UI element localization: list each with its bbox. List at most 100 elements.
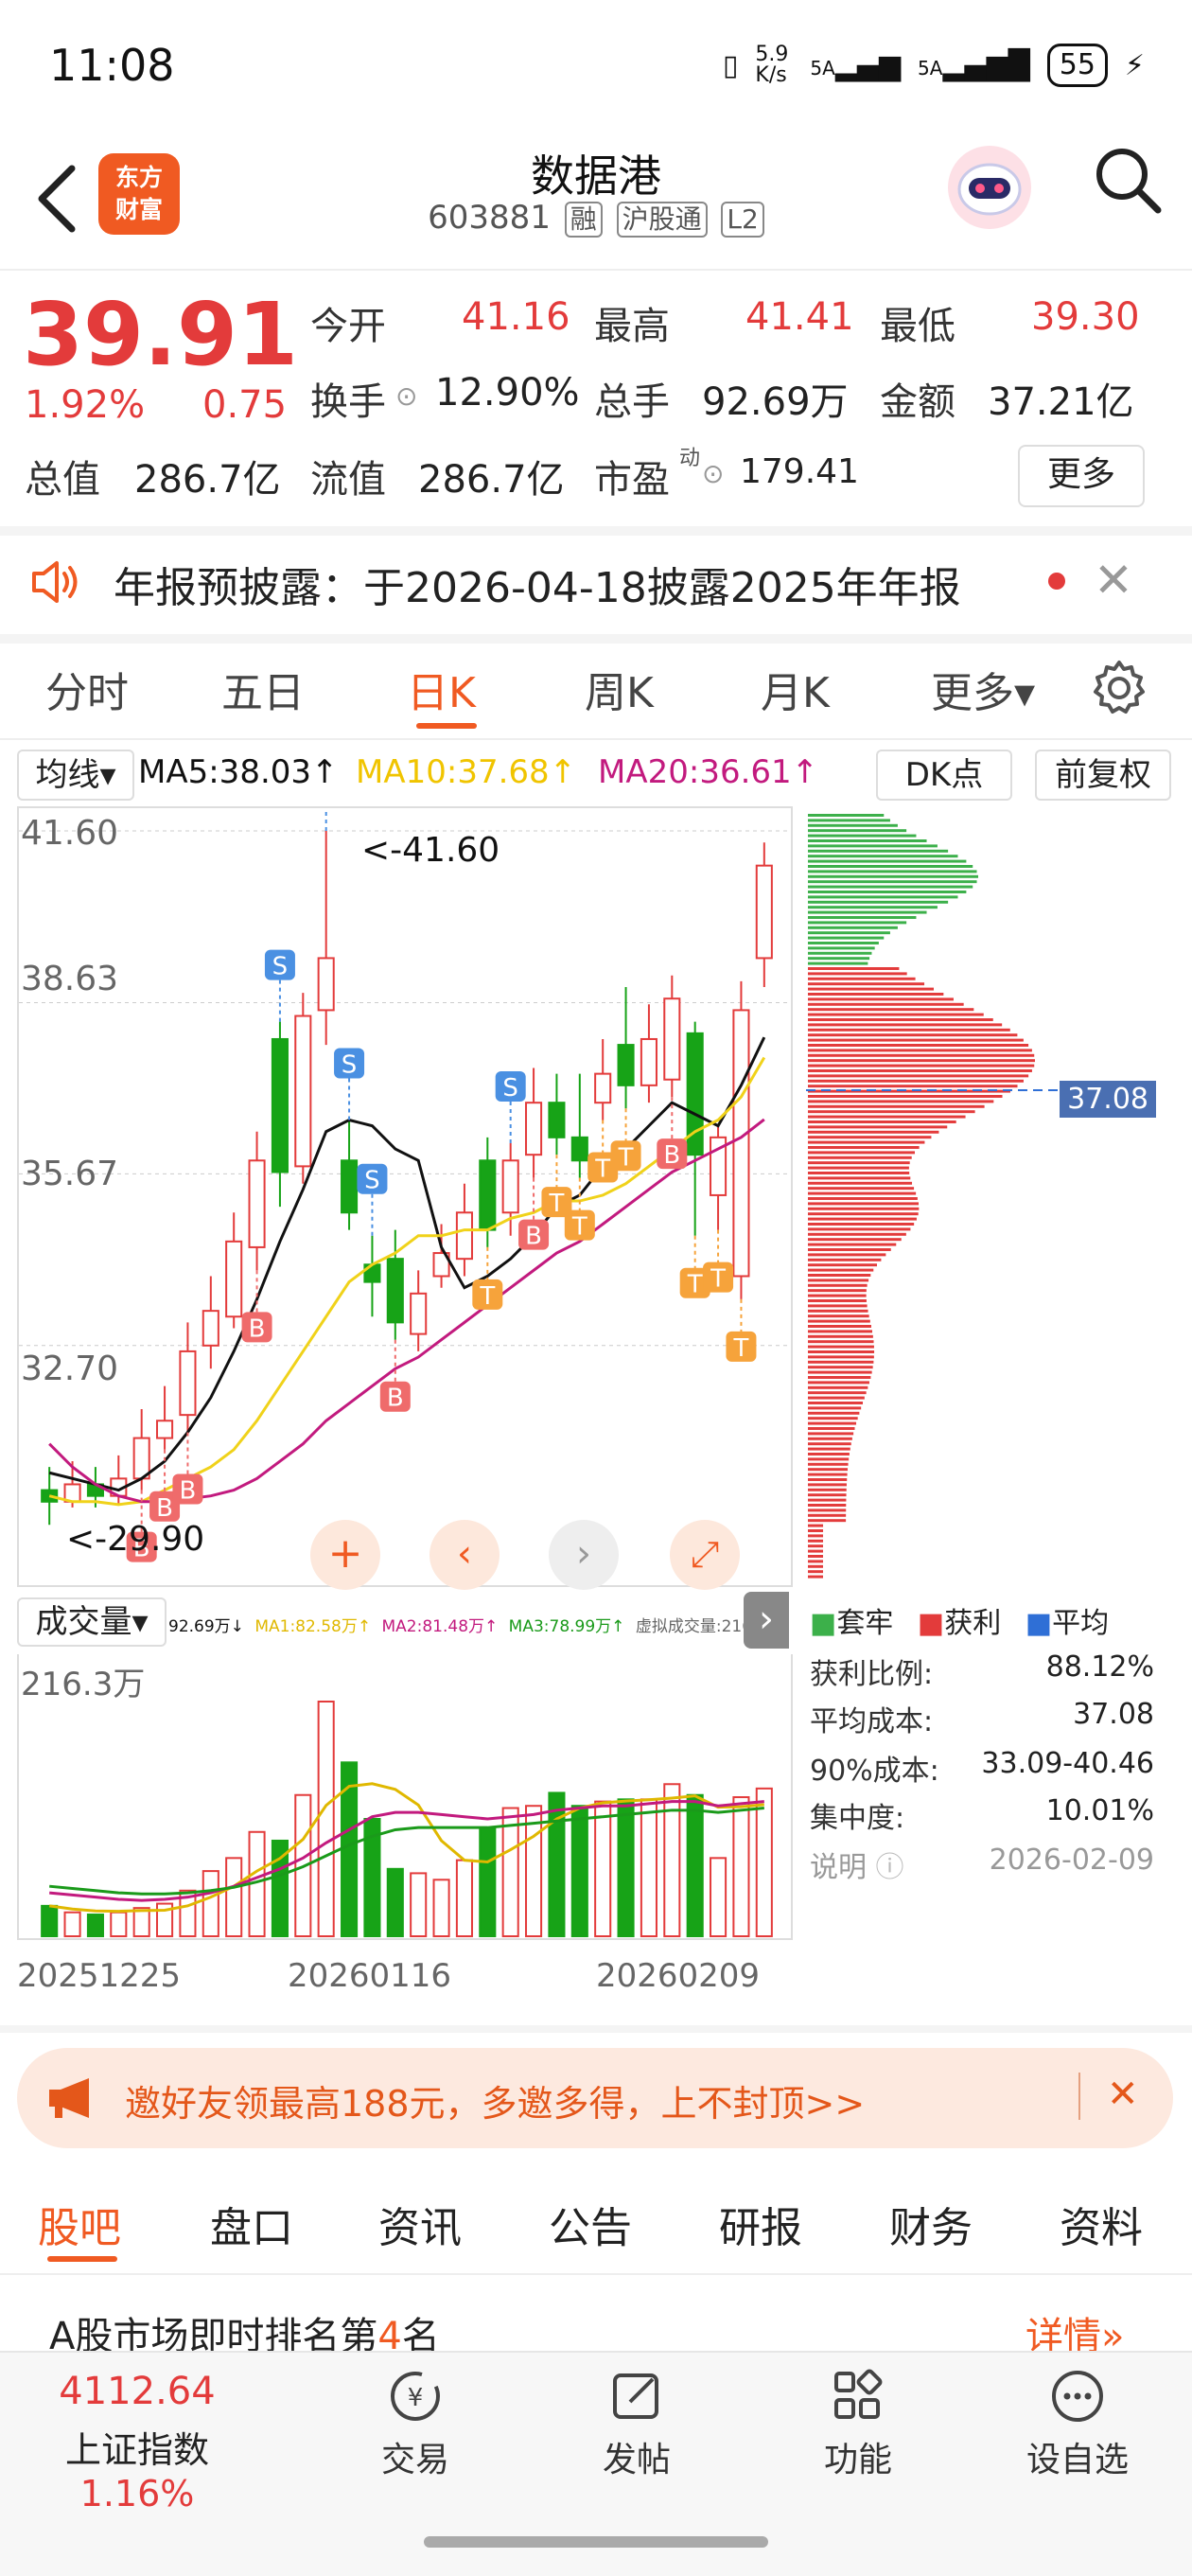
tab-announcements[interactable]: 公告 [549, 2194, 632, 2254]
settings-gear-icon[interactable] [1090, 659, 1148, 717]
tab-more[interactable]: 更多▾ [931, 659, 1035, 719]
nav-post[interactable]: 发帖 [566, 2366, 708, 2481]
nav-trade[interactable]: ¥ 交易 [344, 2366, 486, 2481]
high-value: 41.41 [745, 295, 854, 339]
chip-bar [808, 1125, 948, 1129]
chip-bar [808, 1478, 848, 1481]
candle [294, 1015, 312, 1168]
signal-icon-2: 5A▂▄▆█ [918, 48, 1030, 82]
chip-bar [808, 900, 949, 904]
volume-bar [410, 1872, 428, 1937]
tab-intraday[interactable]: 分时 [45, 659, 129, 719]
chip-bar [808, 982, 925, 986]
volume-bar [686, 1793, 704, 1937]
candlestick-chart[interactable]: BBBBSSSSBTSBTTTTBTTT 41.60 38.63 35.67 3… [17, 806, 793, 1590]
date-label: 20251225 [17, 1957, 182, 1995]
pe-info-icon[interactable]: ⊙ [702, 458, 724, 489]
pe-dynamic-mark: 动 [679, 447, 701, 470]
y-tick-label: 35.67 [21, 1155, 119, 1193]
close-icon[interactable]: ✕ [1107, 2073, 1139, 2116]
chip-bar [808, 1294, 867, 1297]
amount-value: 37.21亿 [988, 380, 1134, 424]
edit-post-icon [613, 2373, 658, 2419]
tab-weekly-k[interactable]: 周K [585, 659, 654, 719]
nav-functions[interactable]: 功能 [787, 2366, 929, 2481]
chip-bar [808, 1074, 1029, 1078]
chip-bar [808, 1391, 867, 1395]
candle [248, 1159, 266, 1248]
min-price-marker: <-29.90 [66, 1520, 205, 1559]
chip-bar [808, 1524, 824, 1527]
index-ticker[interactable]: 4112.64 上证指数 1.16% [9, 2370, 265, 2514]
adjust-button[interactable]: 前复权 [1035, 750, 1171, 801]
change-amount: 0.75 [202, 383, 288, 427]
tab-profile[interactable]: 资料 [1060, 2194, 1143, 2254]
chip-bar [808, 1104, 985, 1108]
chip-bar [808, 1564, 824, 1568]
chip-explain-link[interactable]: 说明 ⓘ [810, 1844, 904, 1885]
tab-five-day[interactable]: 五日 [221, 659, 305, 719]
tag-connect: 沪股通 [616, 202, 708, 238]
chip-bar [808, 885, 973, 889]
chip-bar [808, 1100, 994, 1103]
header-divider [0, 269, 1192, 271]
chip-bar [808, 1008, 974, 1012]
chip-bar [808, 1207, 920, 1210]
tab-orderbook[interactable]: 盘口 [210, 2194, 293, 2254]
chip-bar [808, 1534, 824, 1538]
chip-bar [808, 1370, 872, 1374]
dk-point-button[interactable]: DK点 [876, 750, 1012, 801]
chip-bar [808, 1453, 850, 1456]
signal-icon: 5A▂▄▆ [810, 48, 902, 82]
chip-bar [808, 1130, 939, 1134]
chip-bar [808, 834, 917, 838]
tab-daily-k[interactable]: 日K [407, 659, 476, 719]
mktcap-value: 286.7亿 [134, 458, 281, 502]
ma-selector[interactable]: 均线▾ [17, 750, 134, 801]
chip-bar [808, 1253, 886, 1257]
tab-finance[interactable]: 财务 [889, 2194, 973, 2254]
robot-assistant-icon[interactable] [944, 142, 1035, 233]
notice-text[interactable]: 年报预披露：于2026-04-18披露2025年年报 [114, 554, 961, 614]
zoom-in-button[interactable]: + [310, 1520, 380, 1590]
chip-bar [808, 1402, 864, 1404]
volume-chart[interactable]: 216.3万 [17, 1654, 793, 1940]
chip-bar [808, 1172, 910, 1174]
expand-icon[interactable]: ⤢ [670, 1520, 740, 1590]
tag-margin: 融 [564, 202, 603, 238]
active-tab-underline [416, 723, 477, 729]
more-button[interactable]: 更多 [1018, 445, 1145, 507]
chip-bar [808, 859, 967, 863]
pe-value: 179.41 [740, 452, 859, 491]
chip-bar [808, 1330, 873, 1333]
nav-watchlist[interactable]: 设自选 [1007, 2366, 1148, 2481]
chip-bar [808, 829, 907, 833]
info-icon[interactable]: ⊙ [395, 380, 417, 412]
candle [341, 1159, 359, 1214]
section-gap [0, 526, 1192, 536]
volume-bar [710, 1857, 727, 1937]
trade-marker-label: B [387, 1385, 404, 1413]
tab-monthly-k[interactable]: 月K [761, 659, 830, 719]
chip-bar [808, 1227, 911, 1231]
chevron-left-icon[interactable]: ‹ [429, 1520, 500, 1590]
close-icon[interactable]: ✕ [1094, 553, 1133, 608]
tab-news[interactable]: 资讯 [378, 2194, 462, 2254]
banner-text[interactable]: 邀好友领最高188元，多邀多得，上不封顶>> [125, 2074, 865, 2126]
volume-selector[interactable]: 成交量▾ [17, 1597, 167, 1647]
candle [640, 1037, 657, 1086]
collapse-panel-arrow-icon[interactable]: › [744, 1592, 789, 1649]
chevron-right-icon[interactable]: › [549, 1520, 619, 1590]
chip-bar [808, 1136, 932, 1139]
chip-bar [808, 865, 973, 868]
candle [755, 864, 773, 960]
tab-forum[interactable]: 股吧 [38, 2194, 121, 2254]
trade-marker-label: T [479, 1282, 495, 1311]
search-icon[interactable] [1090, 142, 1166, 218]
tab-research[interactable]: 研报 [719, 2194, 802, 2254]
chip-bar [808, 1355, 874, 1359]
chip-bar [808, 1504, 847, 1507]
chip-bar [808, 946, 875, 950]
volume-label: 总手 [594, 380, 670, 424]
chip-bar [808, 1232, 906, 1236]
